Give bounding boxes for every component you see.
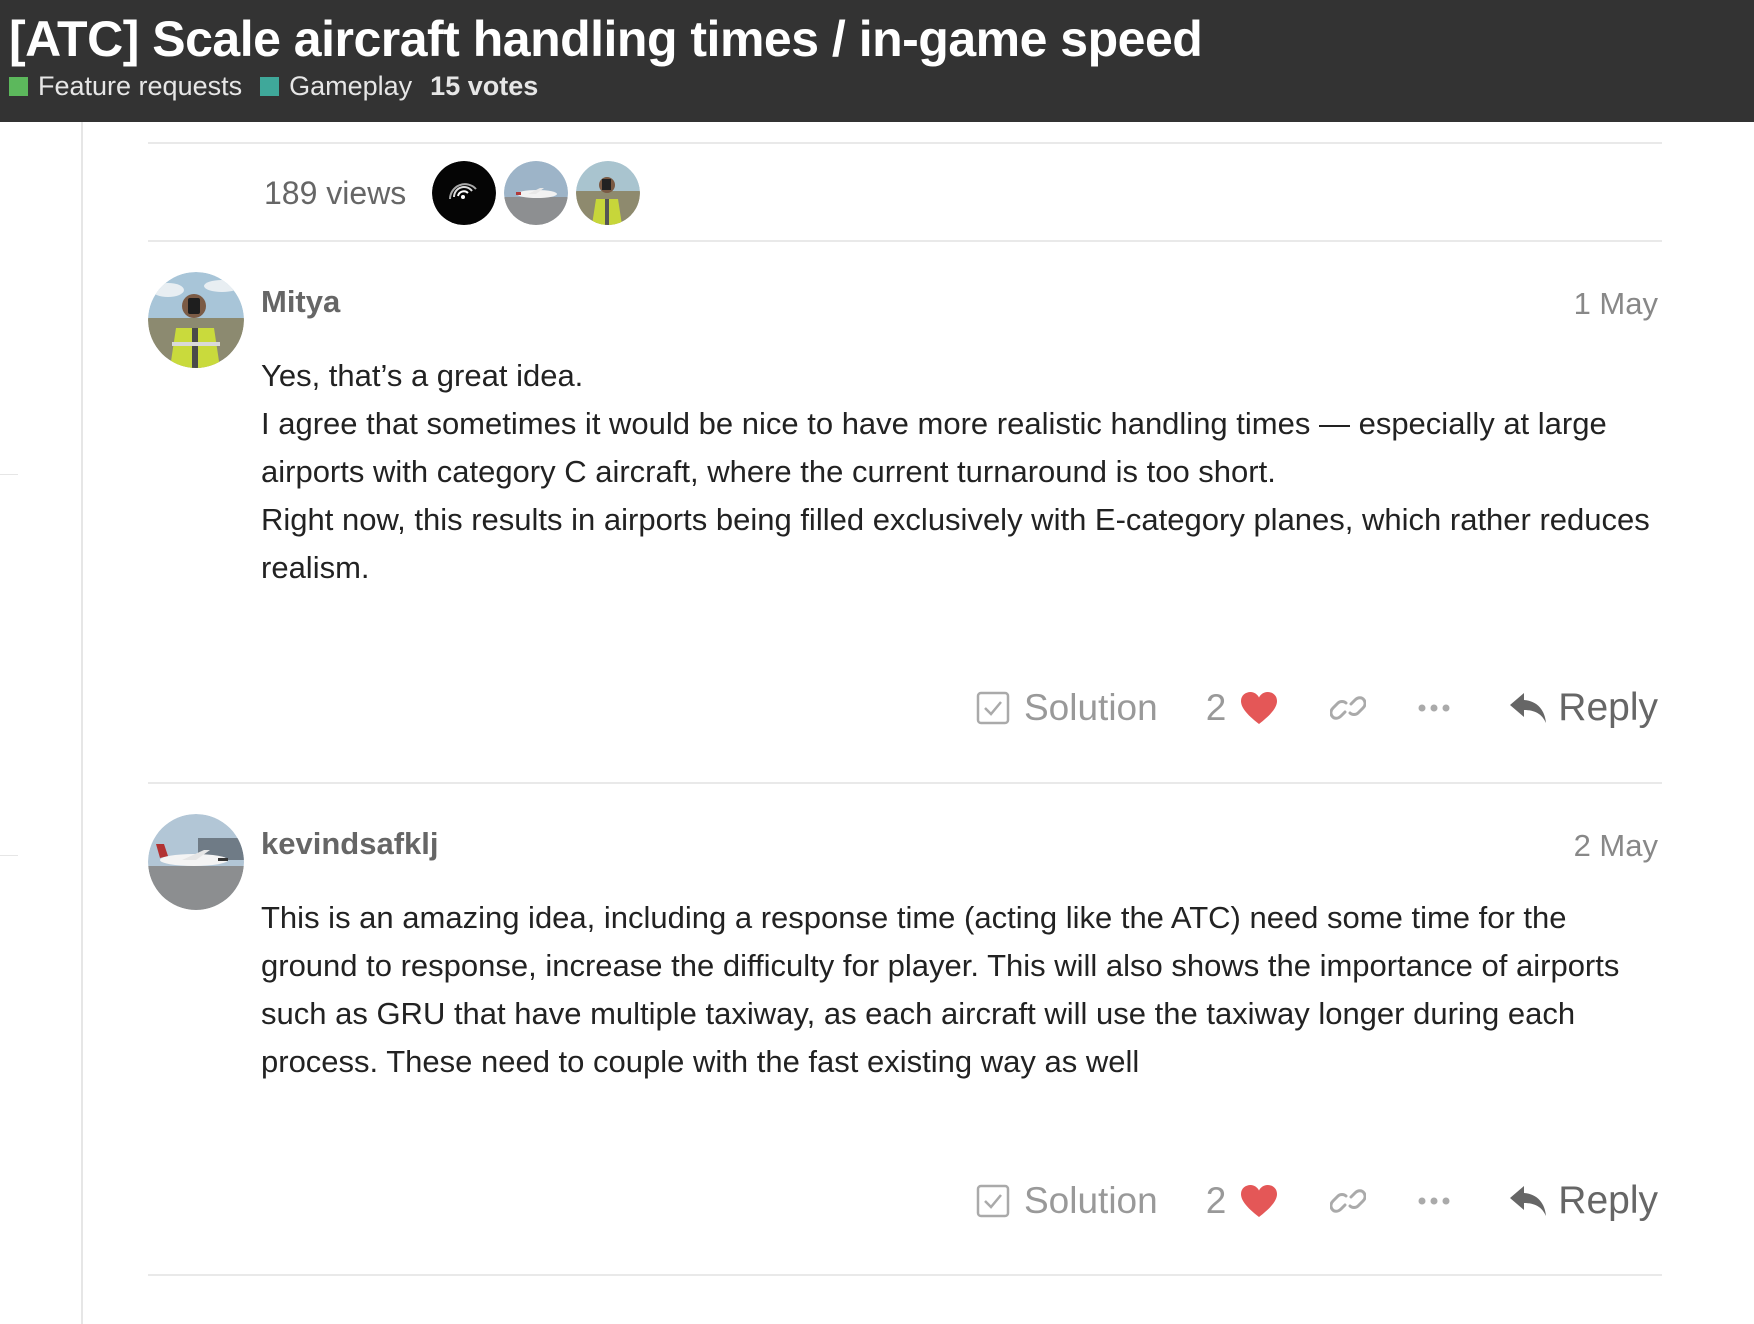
post-actions: Solution 2 Reply: [976, 1171, 1658, 1231]
rail-tick: [0, 855, 18, 856]
selfie-avatar[interactable]: [148, 272, 244, 368]
post-date[interactable]: 1 May: [1574, 286, 1658, 322]
divider: [148, 1274, 1662, 1276]
post-mitya: Mitya 1 May Yes, that’s a great idea. I …: [148, 272, 1658, 772]
topic-stats: 189 views: [264, 160, 648, 226]
category-swatch: [9, 77, 28, 96]
solution-label: Solution: [1023, 687, 1158, 728]
post-paragraph: Right now, this results in airports bein…: [261, 502, 1650, 585]
reply-button[interactable]: Reply: [1508, 686, 1658, 730]
post-paragraph: I agree that sometimes it would be nice …: [261, 406, 1607, 489]
post-paragraph: Yes, that’s a great idea.: [261, 358, 584, 393]
heart-icon: [1241, 1185, 1278, 1217]
airplane-avatar[interactable]: [148, 814, 244, 910]
copy-link-button[interactable]: [1330, 693, 1367, 723]
post-date[interactable]: 2 May: [1574, 828, 1658, 864]
copy-link-button[interactable]: [1330, 1186, 1367, 1216]
link-icon: [1330, 1189, 1367, 1213]
views-count: 189 views: [264, 174, 407, 211]
divider: [148, 240, 1662, 242]
reply-button[interactable]: Reply: [1508, 1179, 1658, 1223]
reply-label: Reply: [1558, 686, 1658, 729]
checkbox-icon: [976, 691, 1010, 725]
heart-icon: [1241, 692, 1278, 724]
topic-title[interactable]: [ATC] Scale aircraft handling times / in…: [9, 10, 1203, 68]
category-gameplay[interactable]: Gameplay: [260, 71, 412, 102]
selfie-avatar[interactable]: [576, 161, 641, 225]
solution-label: Solution: [1023, 1180, 1158, 1221]
topic-meta: Feature requests Gameplay 15 votes: [9, 71, 538, 102]
post-body: Yes, that’s a great idea. I agree that s…: [261, 352, 1651, 592]
like-count: 2: [1205, 1180, 1227, 1221]
rail-tick: [0, 474, 18, 475]
category-label: Gameplay: [289, 71, 413, 101]
post-actions: Solution 2 Reply: [976, 678, 1658, 738]
solution-button[interactable]: Solution: [976, 687, 1158, 729]
post-username[interactable]: kevindsafklj: [261, 826, 438, 862]
post-username[interactable]: Mitya: [261, 284, 340, 320]
like-button[interactable]: 2: [1206, 687, 1279, 729]
reply-label: Reply: [1558, 1179, 1658, 1222]
checkbox-icon: [976, 1184, 1010, 1218]
category-label: Feature requests: [38, 71, 243, 101]
votes-count: 15 votes: [430, 71, 539, 101]
airplane-avatar[interactable]: [504, 161, 569, 225]
link-icon: [1330, 696, 1367, 720]
post-paragraph: This is an amazing idea, including a res…: [261, 900, 1620, 1079]
reply-arrow-icon: [1510, 1186, 1547, 1216]
dark-radar-avatar[interactable]: [432, 161, 497, 225]
category-feature-requests[interactable]: Feature requests: [9, 71, 242, 102]
timeline-rail: [0, 122, 83, 1324]
post-kevindsafklj: kevindsafklj 2 May This is an amazing id…: [148, 814, 1658, 1264]
like-count: 2: [1205, 687, 1227, 728]
reply-arrow-icon: [1510, 693, 1547, 723]
solution-button[interactable]: Solution: [976, 1180, 1158, 1222]
topic-header: [ATC] Scale aircraft handling times / in…: [0, 0, 1754, 122]
post-body: This is an amazing idea, including a res…: [261, 894, 1651, 1086]
category-swatch: [260, 77, 280, 96]
ellipsis-icon: [1418, 704, 1450, 712]
ellipsis-icon: [1418, 1197, 1450, 1205]
divider: [148, 782, 1662, 784]
more-actions-button[interactable]: [1418, 703, 1450, 713]
divider: [148, 142, 1662, 144]
more-actions-button[interactable]: [1418, 1196, 1450, 1206]
like-button[interactable]: 2: [1206, 1180, 1279, 1222]
